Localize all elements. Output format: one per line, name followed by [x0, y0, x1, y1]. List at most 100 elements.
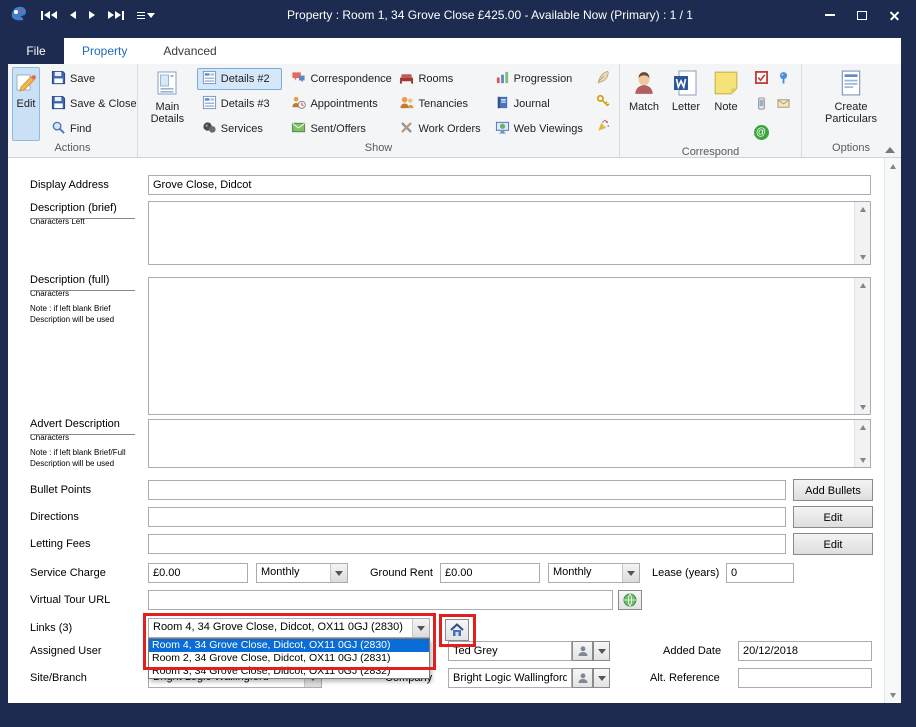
tab-file[interactable]: File — [8, 38, 64, 64]
assigned-user-input[interactable] — [448, 641, 572, 661]
map-pin-icon[interactable] — [777, 71, 790, 89]
collapse-ribbon-chevron[interactable] — [885, 147, 895, 153]
chevron-down-icon[interactable] — [622, 564, 639, 582]
edit-button[interactable]: Edit — [12, 67, 40, 141]
tools-icon — [399, 120, 414, 138]
letting-fees-edit-button[interactable]: Edit — [793, 533, 873, 555]
site-branch-label: Site/Branch — [30, 672, 87, 684]
advert-description-textarea[interactable] — [148, 419, 871, 468]
assigned-user-person-button[interactable] — [572, 641, 593, 661]
checkbox-icon[interactable] — [755, 71, 768, 89]
scroll-down-arrow[interactable] — [856, 453, 870, 467]
advert-description-text[interactable] — [149, 420, 854, 467]
page-scrollbar[interactable] — [884, 158, 901, 703]
open-url-globe-button[interactable] — [618, 590, 642, 610]
note-button[interactable]: Note — [708, 67, 744, 145]
service-charge-input[interactable] — [148, 563, 248, 583]
ground-rent-period-select[interactable]: Monthly — [548, 563, 640, 583]
links-option[interactable]: Room 2, 34 Grove Close, Didcot, OX11 0GJ… — [149, 652, 429, 665]
key-icon[interactable] — [596, 94, 610, 113]
description-brief-text[interactable] — [149, 202, 854, 264]
document-icon — [154, 70, 180, 99]
textarea-scrollbar[interactable] — [854, 278, 870, 414]
rooms-button[interactable]: Rooms — [394, 68, 485, 90]
appointments-button[interactable]: Appointments — [286, 93, 390, 115]
minimize-button[interactable] — [825, 14, 835, 16]
correspondence-button[interactable]: Correspondence — [286, 68, 390, 90]
main-details-button[interactable]: Main Details — [142, 67, 193, 141]
phone-icon[interactable] — [755, 97, 768, 115]
match-button[interactable]: Match — [624, 67, 664, 145]
description-brief-textarea[interactable] — [148, 201, 871, 265]
last-record-button[interactable] — [108, 11, 124, 20]
links-dropdown-list: Room 4, 34 Grove Close, Didcot, OX11 0GJ… — [148, 638, 430, 679]
ground-rent-input[interactable] — [440, 563, 540, 583]
directions-edit-button[interactable]: Edit — [793, 506, 873, 528]
tab-advanced[interactable]: Advanced — [145, 38, 234, 64]
page-scroll-up-arrow[interactable] — [886, 159, 900, 173]
sent-offers-button[interactable]: Sent/Offers — [286, 118, 390, 140]
characters-left-underline — [30, 218, 135, 219]
links-select[interactable]: Room 4, 34 Grove Close, Didcot, OX11 0GJ… — [148, 618, 430, 638]
alt-reference-input[interactable] — [738, 668, 872, 688]
email-at-icon[interactable]: @ — [754, 125, 769, 140]
correspondence-label: Correspondence — [310, 73, 391, 85]
assigned-user-label: Assigned User — [30, 645, 102, 657]
display-address-input[interactable] — [148, 175, 871, 195]
lease-years-input[interactable] — [726, 563, 794, 583]
maximize-button[interactable] — [857, 11, 867, 20]
page-scroll-down-arrow[interactable] — [886, 688, 900, 702]
company-input[interactable] — [448, 668, 572, 688]
scroll-up-arrow[interactable] — [856, 420, 870, 434]
service-charge-period-value: Monthly — [257, 564, 330, 582]
letting-fees-input[interactable] — [148, 534, 786, 554]
celebration-icon[interactable] — [596, 119, 610, 138]
scroll-down-arrow[interactable] — [856, 250, 870, 264]
services-button[interactable]: Services — [197, 118, 283, 140]
details-3-button[interactable]: Details #3 — [197, 93, 283, 115]
description-full-textarea[interactable] — [148, 277, 871, 415]
links-option[interactable]: Room 4, 34 Grove Close, Didcot, OX11 0GJ… — [149, 639, 429, 652]
textarea-scrollbar[interactable] — [854, 202, 870, 264]
letter-button[interactable]: Letter — [666, 67, 706, 145]
company-dropdown-button[interactable] — [593, 668, 610, 688]
record-filter-button[interactable] — [137, 12, 155, 19]
find-button[interactable]: Find — [46, 118, 142, 140]
chevron-down-icon[interactable] — [330, 564, 347, 582]
service-charge-period-select[interactable]: Monthly — [256, 563, 348, 583]
close-button[interactable] — [889, 10, 900, 21]
scroll-up-arrow[interactable] — [856, 278, 870, 292]
tenancies-button[interactable]: Tenancies — [394, 93, 485, 115]
appointments-label: Appointments — [310, 98, 377, 110]
find-label: Find — [70, 123, 91, 135]
open-linked-property-house-button[interactable] — [445, 619, 469, 641]
envelope-small-icon[interactable] — [777, 97, 790, 115]
match-label: Match — [629, 101, 659, 113]
progression-button[interactable]: Progression — [490, 68, 588, 90]
textarea-scrollbar[interactable] — [854, 420, 870, 467]
virtual-tour-url-input[interactable] — [148, 590, 613, 610]
added-date-input[interactable] — [738, 641, 872, 661]
first-record-button[interactable] — [41, 11, 57, 20]
work-orders-button[interactable]: Work Orders — [394, 118, 485, 140]
scroll-up-arrow[interactable] — [856, 202, 870, 216]
bullet-points-input[interactable] — [148, 480, 786, 500]
directions-input[interactable] — [148, 507, 786, 527]
chevron-down-icon[interactable] — [412, 619, 429, 637]
details-2-button[interactable]: Details #2 — [197, 68, 283, 90]
create-particulars-button[interactable]: Create Particulars — [816, 67, 886, 141]
scroll-down-arrow[interactable] — [856, 400, 870, 414]
company-person-button[interactable] — [572, 668, 593, 688]
web-viewings-button[interactable]: Web Viewings — [490, 118, 588, 140]
save-and-close-button[interactable]: Save & Close — [46, 93, 142, 115]
add-bullets-button[interactable]: Add Bullets — [793, 479, 873, 501]
save-button[interactable]: Save — [46, 68, 142, 90]
quill-icon[interactable] — [596, 70, 610, 89]
previous-record-button[interactable] — [70, 11, 76, 19]
journal-button[interactable]: Journal — [490, 93, 588, 115]
links-option[interactable]: Room 3, 34 Grove Close, Didcot, OX11 0GJ… — [149, 665, 429, 678]
next-record-button[interactable] — [89, 11, 95, 19]
assigned-user-dropdown-button[interactable] — [593, 641, 610, 661]
description-full-text[interactable] — [149, 278, 854, 414]
tab-property[interactable]: Property — [64, 38, 145, 64]
